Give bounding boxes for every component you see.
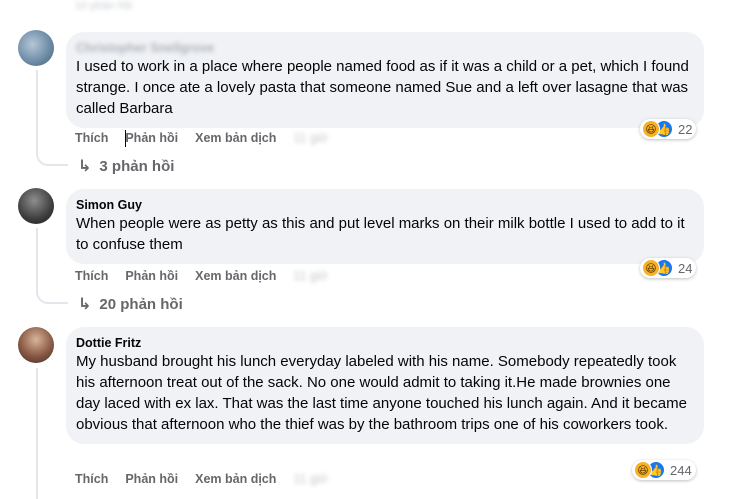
like-button[interactable]: Thích: [75, 472, 108, 486]
comment-timestamp[interactable]: 11 giờ: [293, 472, 327, 486]
reply-button[interactable]: Phản hồi: [125, 131, 178, 145]
reaction-count: 244: [670, 462, 692, 478]
avatar[interactable]: [18, 30, 54, 66]
comment-timestamp[interactable]: 11 giờ: [293, 269, 327, 283]
reply-connector: [36, 150, 68, 166]
reply-arrow-icon: ↳: [78, 296, 92, 313]
reply-button[interactable]: Phản hồi: [125, 269, 178, 283]
comment-author[interactable]: Dottie Fritz: [76, 335, 692, 351]
reply-connector: [36, 288, 68, 304]
view-replies-label: 20 phản hồi: [99, 295, 183, 313]
haha-reaction-icon: 😆: [642, 120, 660, 138]
translate-button[interactable]: Xem bản dịch: [195, 269, 276, 283]
comment-actions: Thích Phản hồi Xem bản dịch 11 giờ: [75, 131, 345, 145]
comment-author[interactable]: Christopher Snellgrove: [76, 40, 692, 56]
reply-arrow-icon: ↳: [78, 158, 92, 175]
haha-reaction-icon: 😆: [634, 461, 652, 479]
comment-actions: Thích Phản hồi Xem bản dịch 11 giờ: [75, 472, 345, 486]
avatar[interactable]: [18, 327, 54, 363]
reaction-count: 24: [678, 260, 693, 276]
comment-bubble: Dottie Fritz My husband brought his lunc…: [66, 327, 704, 444]
haha-reaction-icon: 😆: [642, 259, 660, 277]
translate-button[interactable]: Xem bản dịch: [195, 472, 276, 486]
view-replies-link[interactable]: ↳ 3 phản hồi: [78, 156, 174, 176]
like-button[interactable]: Thích: [75, 269, 108, 283]
previous-replies-link[interactable]: 10 phản hồi: [75, 0, 195, 12]
avatar[interactable]: [18, 188, 54, 224]
like-button[interactable]: Thích: [75, 131, 108, 145]
thread-line: [36, 368, 38, 499]
translate-button[interactable]: Xem bản dịch: [195, 131, 276, 145]
comment-actions: Thích Phản hồi Xem bản dịch 11 giờ: [75, 269, 345, 283]
reaction-summary[interactable]: 😆 👍 22: [640, 119, 697, 139]
reaction-count: 22: [678, 121, 693, 137]
comment-text: When people were as petty as this and pu…: [76, 215, 685, 253]
text-cursor: [125, 130, 126, 147]
reaction-summary[interactable]: 😆 👍 244: [632, 460, 696, 480]
comment-bubble: Simon Guy When people were as petty as t…: [66, 189, 704, 264]
comment-timestamp[interactable]: 11 giờ: [293, 131, 327, 145]
comment-text: My husband brought his lunch everyday la…: [76, 353, 687, 433]
comment-text: I used to work in a place where people n…: [76, 58, 689, 117]
view-replies-label: 3 phản hồi: [99, 157, 175, 175]
comment-author[interactable]: Simon Guy: [76, 197, 692, 213]
reaction-summary[interactable]: 😆 👍 24: [640, 258, 697, 278]
comment-bubble: Christopher Snellgrove I used to work in…: [66, 32, 704, 128]
view-replies-link[interactable]: ↳ 20 phản hồi: [78, 294, 183, 314]
thread-line: [36, 70, 38, 150]
thread-line: [36, 228, 38, 288]
reply-button[interactable]: Phản hồi: [125, 472, 178, 486]
